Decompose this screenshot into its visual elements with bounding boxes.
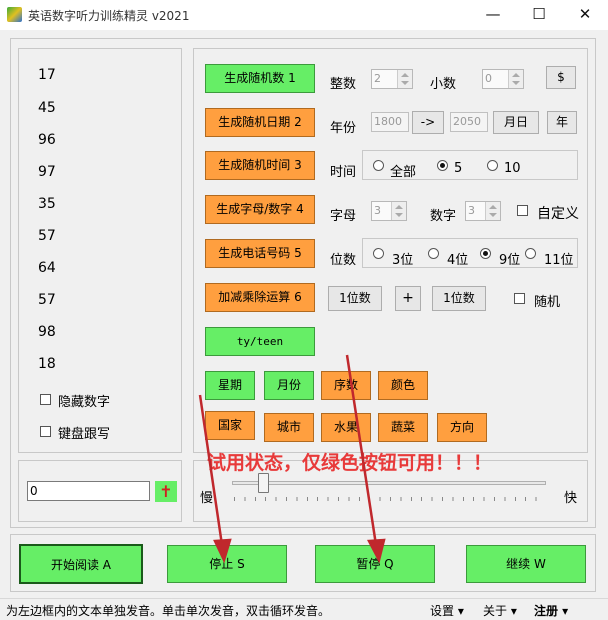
settings-menu[interactable]: 设置 ▾ [430,602,464,619]
status-text: 为左边框内的文本单独发音。单击单次发音，双击循环发音。 [6,604,331,618]
register-menu[interactable]: 注册 ▾ [534,602,568,619]
status-bar: 为左边框内的文本单独发音。单击单次发音，双击循环发音。 设置 ▾ 关于 ▾ 注册… [0,598,608,620]
annotation-arrows [198,354,386,564]
about-menu[interactable]: 关于 ▾ [483,602,517,619]
